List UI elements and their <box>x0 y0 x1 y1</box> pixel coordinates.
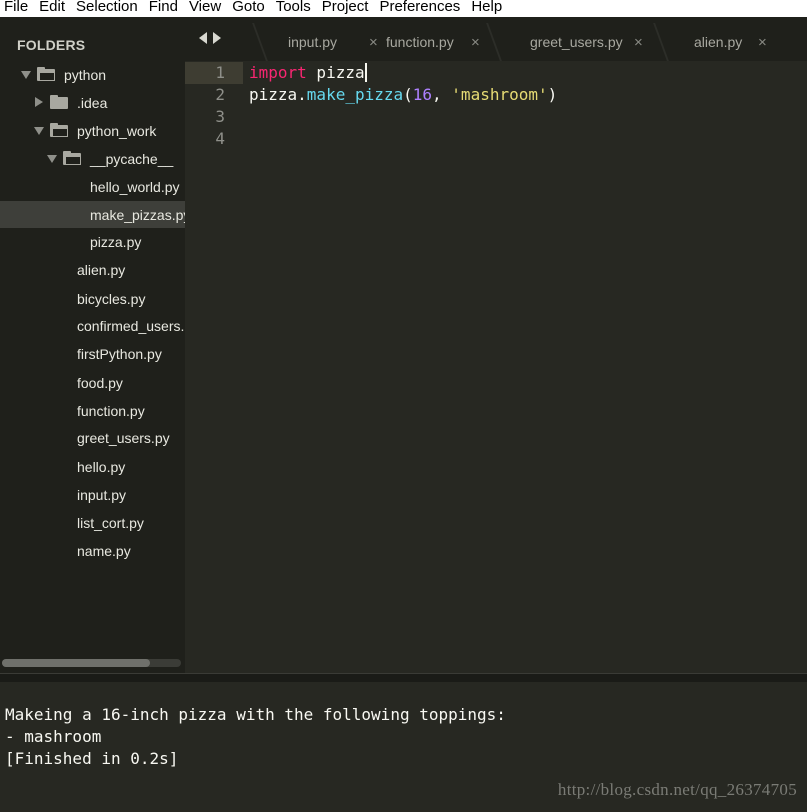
function-token: make_pizza <box>306 85 404 104</box>
tree-file[interactable]: function.py <box>0 397 185 424</box>
tree-label: __pycache__ <box>90 150 174 167</box>
menu-help[interactable]: Help <box>466 0 508 14</box>
line-gutter: 1 2 3 4 <box>185 61 243 673</box>
tree-label: name.py <box>77 542 131 559</box>
sidebar-scrollbar-thumb[interactable] <box>2 659 150 667</box>
tree-label: python_work <box>77 122 157 139</box>
line-number: 2 <box>215 85 225 104</box>
tree-file[interactable]: pizza.py <box>0 228 185 255</box>
tree-file[interactable]: firstPython.py <box>0 340 185 367</box>
tab-greet-users[interactable]: greet_users.py × <box>486 23 653 61</box>
close-icon[interactable]: × <box>758 34 767 51</box>
tree-label: input.py <box>77 486 127 503</box>
tree-file[interactable]: list_cort.py <box>0 509 185 536</box>
tab-function[interactable]: × function.py × <box>365 23 495 61</box>
tree-folder-python[interactable]: python <box>0 61 185 88</box>
tab-alien[interactable]: alien.py × <box>653 23 790 61</box>
tree-label: bicycles.py <box>77 290 146 307</box>
tree-label: alien.py <box>77 261 126 278</box>
identifier-token: pizza <box>306 63 365 82</box>
tab-label: function.py <box>386 34 454 50</box>
tree-label: pizza.py <box>90 233 142 250</box>
close-icon[interactable]: × <box>369 34 378 51</box>
tree-label: confirmed_users.py <box>77 317 185 334</box>
output-line: Makeing a 16-inch pizza with the followi… <box>5 705 506 724</box>
menu-preferences[interactable]: Preferences <box>374 0 466 14</box>
tree-label: list_cort.py <box>77 514 144 531</box>
menu-bar: File Edit Selection Find View Goto Tools… <box>0 0 807 17</box>
tab-label: greet_users.py <box>530 34 623 50</box>
tree-file[interactable]: input.py <box>0 481 185 508</box>
tree-file-selected[interactable]: make_pizzas.py <box>0 201 185 228</box>
tab-label: alien.py <box>694 34 743 50</box>
comma-token: , <box>432 85 452 104</box>
output-line: - mashroom <box>5 727 102 746</box>
disclosure-right-icon[interactable] <box>35 97 43 107</box>
code-line-2[interactable]: pizza.make_pizza(16, 'mashroom') <box>249 84 557 106</box>
folder-open-icon <box>50 123 68 137</box>
tab-prev-icon[interactable] <box>199 32 207 44</box>
tree-file[interactable]: bicycles.py <box>0 285 185 312</box>
menu-tools[interactable]: Tools <box>271 0 317 14</box>
disclosure-down-icon[interactable] <box>47 155 57 163</box>
line-number: 1 <box>215 63 225 82</box>
menu-project[interactable]: Project <box>317 0 375 14</box>
build-output-panel: Makeing a 16-inch pizza with the followi… <box>0 682 807 812</box>
tree-label: .idea <box>77 94 108 111</box>
sidebar: FOLDERS python .idea python_work __pycac… <box>0 17 185 673</box>
menu-edit[interactable]: Edit <box>34 0 71 14</box>
code-editor[interactable]: 1 2 3 4 import pizza pizza.make_pizza(16… <box>185 61 807 673</box>
tree-file[interactable]: confirmed_users.py <box>0 312 185 339</box>
close-icon[interactable]: × <box>634 34 643 51</box>
identifier-token: pizza. <box>249 85 307 104</box>
code-line-1[interactable]: import pizza <box>249 62 367 84</box>
panel-divider[interactable] <box>0 673 807 682</box>
folder-icon <box>50 95 68 109</box>
tree-label: firstPython.py <box>77 345 162 362</box>
tree-folder-pycache[interactable]: __pycache__ <box>0 145 185 172</box>
line-number: 4 <box>215 129 225 148</box>
tab-label: input.py <box>288 34 338 50</box>
menu-find[interactable]: Find <box>144 0 184 14</box>
tab-next-icon[interactable] <box>213 32 221 44</box>
folder-open-icon <box>37 67 55 81</box>
tree-label: python <box>64 66 107 83</box>
line-number: 3 <box>215 107 225 126</box>
string-token: 'mashroom' <box>451 85 548 104</box>
folders-header: FOLDERS <box>17 37 86 53</box>
tab-input[interactable]: input.py <box>252 23 379 61</box>
disclosure-down-icon[interactable] <box>34 127 44 135</box>
tab-nav <box>199 32 221 44</box>
tree-folder-python-work[interactable]: python_work <box>0 117 185 144</box>
tree-label: hello.py <box>77 458 126 475</box>
menu-selection[interactable]: Selection <box>71 0 144 14</box>
watermark: http://blog.csdn.net/qq_26374705 <box>557 780 797 799</box>
tree-file[interactable]: name.py <box>0 537 185 564</box>
disclosure-down-icon[interactable] <box>21 71 31 79</box>
tree-file[interactable]: food.py <box>0 369 185 396</box>
keyword-token: import <box>249 63 307 82</box>
close-icon[interactable]: × <box>471 34 480 51</box>
tree-file[interactable]: greet_users.py <box>0 424 185 451</box>
tree-label: food.py <box>77 374 123 391</box>
folder-open-icon <box>63 151 81 165</box>
tree-label: make_pizzas.py <box>90 206 185 223</box>
menu-file[interactable]: File <box>0 0 34 14</box>
tab-bar: input.py × function.py × greet_users.py … <box>185 17 807 61</box>
text-cursor <box>364 63 367 82</box>
tree-folder-idea[interactable]: .idea <box>0 89 185 116</box>
number-token: 16 <box>412 85 433 104</box>
tree-file[interactable]: hello_world.py <box>0 173 185 200</box>
tree-label: function.py <box>77 402 145 419</box>
tree-label: greet_users.py <box>77 429 170 446</box>
tree-label: hello_world.py <box>90 178 180 195</box>
menu-goto[interactable]: Goto <box>227 0 271 14</box>
paren-token: ) <box>547 85 558 104</box>
output-line: [Finished in 0.2s] <box>5 749 179 768</box>
paren-token: ( <box>403 85 413 104</box>
tree-file[interactable]: alien.py <box>0 256 185 283</box>
menu-view[interactable]: View <box>184 0 227 14</box>
tree-file[interactable]: hello.py <box>0 453 185 480</box>
